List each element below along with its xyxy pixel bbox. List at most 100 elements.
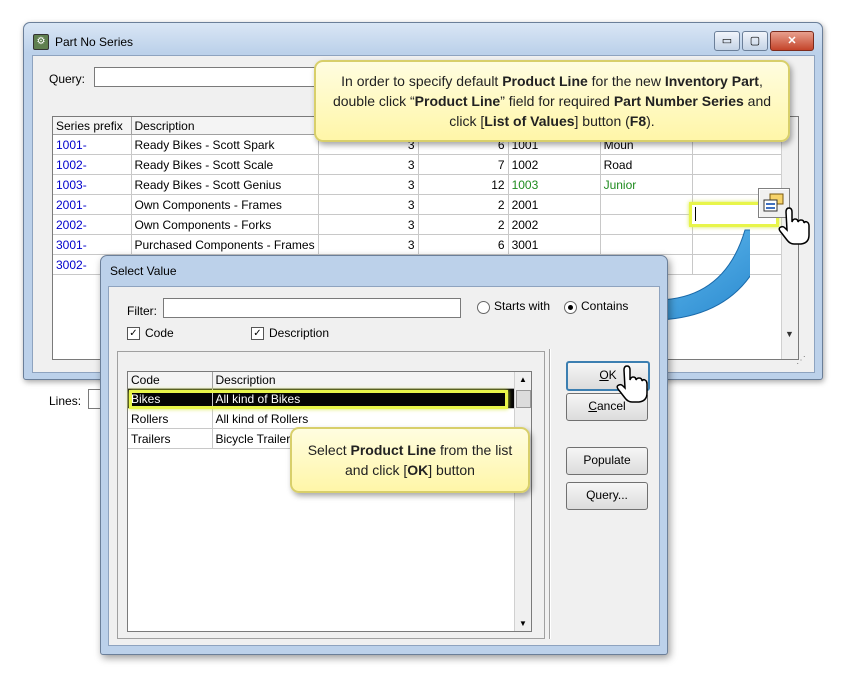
table-cell[interactable]: 1002 — [508, 154, 601, 175]
table-cell[interactable] — [600, 194, 693, 215]
maximize-button[interactable]: ▢ — [742, 31, 768, 51]
callout-bold-part: Product Line — [502, 73, 588, 89]
query-button[interactable]: Query... — [566, 482, 648, 510]
ok-mnemonic: O — [599, 368, 609, 382]
table-cell[interactable]: 3 — [318, 234, 419, 255]
table-cell[interactable]: 7 — [418, 154, 509, 175]
prefix-cell[interactable]: 2002- — [53, 214, 132, 235]
minimize-button[interactable]: ▭ — [714, 31, 740, 51]
scroll-up-icon[interactable]: ▲ — [519, 375, 527, 384]
description-cell[interactable]: Ready Bikes - Scott Scale — [131, 154, 319, 175]
resize-grip-icon[interactable]: ⋰ — [796, 355, 806, 366]
table-cell[interactable]: 1003 — [508, 174, 601, 195]
table-cell[interactable]: 12 — [418, 174, 509, 195]
prefix-cell[interactable]: 1003- — [53, 174, 132, 195]
description-cell[interactable]: Purchased Components - Frames — [131, 234, 319, 255]
callout-text-part: In order to specify default — [341, 73, 503, 89]
populate-button[interactable]: Populate — [566, 447, 648, 475]
description-cell[interactable]: All kind of Rollers — [212, 408, 515, 429]
prefix-cell[interactable]: 1001- — [53, 134, 132, 155]
query-label: Query: — [49, 72, 86, 86]
query-input[interactable] — [94, 67, 326, 87]
code-cell[interactable]: Rollers — [128, 408, 213, 429]
code-checkbox[interactable]: ✓ — [127, 327, 140, 340]
minimize-icon: ▭ — [721, 35, 733, 47]
table-cell[interactable]: 3 — [318, 214, 419, 235]
filter-label: Filter: — [127, 304, 157, 318]
description-checkbox[interactable]: ✓ — [251, 327, 264, 340]
table-row[interactable]: 2001- Own Components - Frames 3 2 2001 — [53, 194, 793, 215]
column-header[interactable]: Description — [131, 117, 319, 135]
product-line-cell[interactable] — [692, 154, 793, 175]
table-cell[interactable]: 2 — [418, 194, 509, 215]
table-cell[interactable]: 2 — [418, 214, 509, 235]
description-cell[interactable]: Ready Bikes - Scott Genius — [131, 174, 319, 195]
callout-text-part: Select — [307, 442, 351, 458]
contains-radio[interactable] — [564, 301, 577, 314]
prefix-cell[interactable]: 3001- — [53, 234, 132, 255]
column-header[interactable]: Code — [128, 372, 213, 389]
lines-label: Lines: — [49, 394, 82, 408]
scroll-down-icon[interactable]: ▼ — [785, 329, 794, 339]
callout-text-part: for the new — [587, 73, 665, 89]
column-header[interactable]: Description — [212, 372, 515, 389]
vertical-divider — [549, 349, 551, 639]
value-list: Code Description Bikes All kind of Bikes… — [127, 371, 532, 632]
column-header[interactable]: Series prefix — [53, 117, 132, 135]
callout-text-part: ” field for required — [500, 93, 614, 109]
list-item[interactable]: Bikes All kind of Bikes — [128, 388, 515, 409]
callout-bold-part: F8 — [629, 113, 647, 129]
list-scrollbar[interactable]: ▲ ▼ — [514, 372, 531, 631]
description-checkbox-label: Description — [269, 326, 330, 340]
table-cell[interactable]: 2002 — [508, 214, 601, 235]
callout-bold-part: Product Line — [350, 442, 437, 458]
table-cell[interactable]: Junior — [600, 174, 693, 195]
app-gear-icon: ⚙ — [33, 34, 49, 50]
close-button[interactable]: ✕ — [770, 31, 814, 51]
close-icon: ✕ — [787, 35, 797, 47]
filter-input[interactable] — [163, 298, 461, 318]
table-cell[interactable]: 2001 — [508, 194, 601, 215]
table-cell[interactable]: 3 — [318, 174, 419, 195]
table-cell[interactable]: 3 — [318, 194, 419, 215]
description-cell[interactable]: Ready Bikes - Scott Spark — [131, 134, 319, 155]
title-bar[interactable]: ⚙ Part No Series ▭ ▢ ✕ — [24, 23, 822, 53]
dialog-title: Select Value — [110, 264, 177, 278]
description-cell[interactable]: Own Components - Forks — [131, 214, 319, 235]
description-cell[interactable]: Own Components - Frames — [131, 194, 319, 215]
table-cell[interactable]: 6 — [418, 234, 509, 255]
code-cell[interactable]: Trailers — [128, 428, 213, 449]
description-cell[interactable]: All kind of Bikes — [212, 388, 515, 409]
table-row[interactable]: 1003- Ready Bikes - Scott Genius 3 12 10… — [53, 174, 793, 195]
table-row[interactable]: 1002- Ready Bikes - Scott Scale 3 7 1002… — [53, 154, 793, 175]
callout-bold-part: OK — [407, 462, 429, 478]
callout-text: Select Product Line from the list and cl… — [300, 440, 520, 480]
starts-with-label: Starts with — [494, 299, 551, 313]
instruction-callout-top: In order to specify default Product Line… — [314, 60, 790, 142]
prefix-cell[interactable]: 1002- — [53, 154, 132, 175]
cancel-mnemonic: C — [588, 399, 597, 413]
callout-text: In order to specify default Product Line… — [326, 71, 778, 131]
list-header-row: Code Description — [128, 372, 515, 389]
table-cell[interactable]: 3 — [318, 154, 419, 175]
scroll-thumb[interactable] — [516, 390, 531, 408]
callout-text-part: ). — [646, 113, 655, 129]
callout-bold-part: Product Line — [414, 93, 501, 109]
scroll-down-icon[interactable]: ▼ — [519, 619, 527, 628]
text-caret — [695, 207, 696, 221]
maximize-icon: ▢ — [749, 35, 761, 47]
hand-cursor-icon — [778, 207, 810, 245]
starts-with-radio[interactable] — [477, 301, 490, 314]
callout-bold-part: List of Values — [484, 113, 575, 129]
code-checkbox-label: Code — [145, 326, 174, 340]
window-title: Part No Series — [55, 35, 134, 49]
table-cell[interactable]: Road — [600, 154, 693, 175]
callout-bold-part: Part Number Series — [613, 93, 744, 109]
contains-label: Contains — [581, 299, 629, 313]
hand-cursor-icon — [616, 365, 648, 403]
table-cell[interactable]: 3001 — [508, 234, 601, 255]
callout-bold-part: Inventory Part — [664, 73, 759, 89]
prefix-cell[interactable]: 2001- — [53, 194, 132, 215]
code-cell[interactable]: Bikes — [128, 388, 213, 409]
list-item[interactable]: Rollers All kind of Rollers — [128, 408, 515, 429]
